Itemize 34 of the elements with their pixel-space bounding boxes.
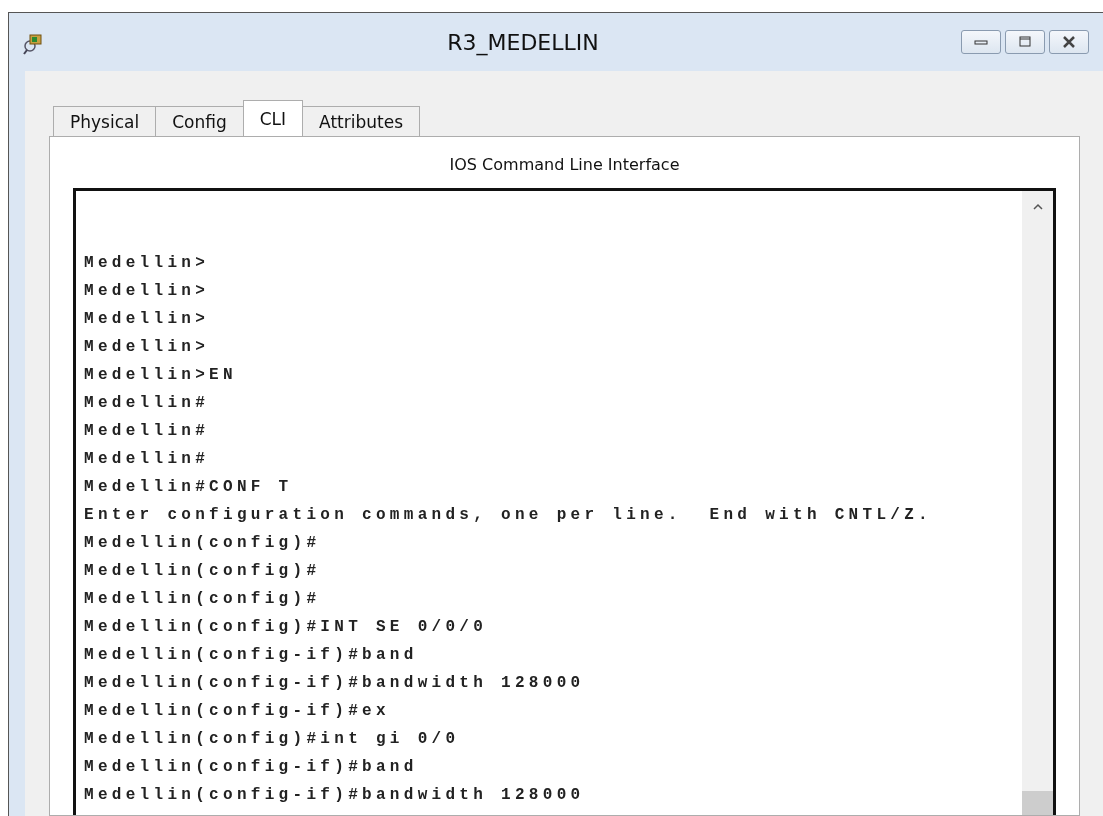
- terminal-line: Medellin>: [84, 253, 211, 274]
- terminal-line: Medellin(config-if)#band: [84, 645, 419, 666]
- terminal-line: Medellin(config-if)#bandwidth 128000: [84, 785, 586, 806]
- terminal-line: Medellin(config)#INT SE 0/0/0: [84, 617, 489, 638]
- terminal-line: Medellin(config)#: [84, 533, 322, 554]
- minimize-button[interactable]: [961, 30, 1001, 54]
- terminal-line: Medellin(config-if)#bandwidth 128000: [84, 673, 586, 694]
- terminal-line: Medellin(config)#: [84, 561, 322, 582]
- terminal-line: Medellin(config)#int gi 0/0: [84, 729, 461, 750]
- terminal-line: Medellin#CONF T: [84, 477, 294, 498]
- close-icon: [1062, 36, 1076, 48]
- terminal-line: Enter configuration commands, one per line. End with CNTL/Z.: [84, 505, 933, 526]
- maximize-icon: [1018, 36, 1032, 48]
- terminal-line: Medellin(config)#: [84, 589, 322, 610]
- tab[interactable]: CLI: [242, 100, 304, 136]
- scroll-up-icon[interactable]: [1032, 203, 1043, 210]
- scrollbar[interactable]: [1022, 191, 1053, 815]
- close-button[interactable]: [1049, 30, 1089, 54]
- tab[interactable]: Attributes: [302, 106, 420, 136]
- terminal-line: Medellin>: [84, 309, 211, 330]
- terminal-line: Medellin#: [84, 421, 211, 442]
- scrollbar-thumb[interactable]: [1022, 791, 1053, 815]
- terminal-line: Medellin(config-if)#ex: [84, 701, 391, 722]
- tab[interactable]: Physical: [53, 106, 157, 136]
- terminal-line: Medellin>: [84, 281, 211, 302]
- terminal-line: Medellin(config-if)#band: [84, 757, 419, 778]
- minimize-icon: [974, 38, 988, 46]
- window-title: R3_MEDELLIN: [446, 29, 600, 55]
- terminal-line: Medellin#: [84, 449, 211, 470]
- terminal-line: Medellin#: [84, 393, 211, 414]
- terminal-line: Medellin>: [84, 337, 211, 358]
- panel-title: IOS Command Line Interface: [448, 154, 681, 176]
- terminal-line: Medellin>EN: [84, 365, 238, 386]
- router-icon: [23, 33, 45, 55]
